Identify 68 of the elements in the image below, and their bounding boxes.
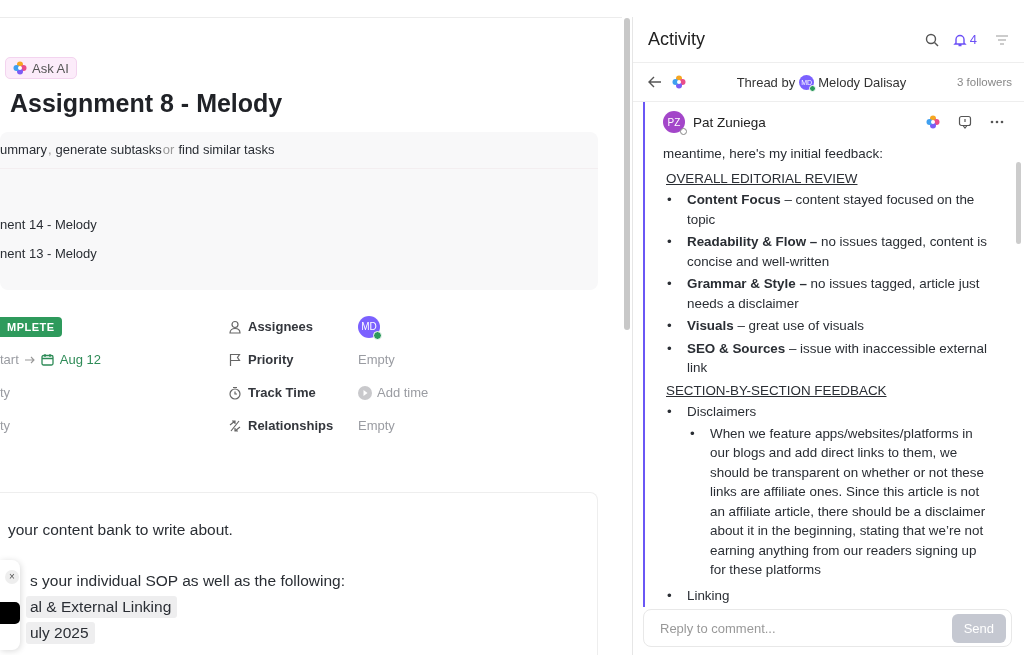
subtask-link[interactable]: nent 13 - Melody	[0, 246, 598, 261]
back-arrow-icon[interactable]	[648, 76, 662, 88]
reply-bubble-icon[interactable]	[958, 115, 972, 129]
field-value[interactable]: ty	[0, 418, 11, 433]
field-value[interactable]: Empty	[358, 418, 395, 433]
ai-action-link[interactable]: ummary	[0, 142, 47, 157]
bullet: •	[667, 339, 673, 358]
section-heading: SECTION-BY-SECTION FEEDBACK	[666, 381, 888, 400]
notification-count[interactable]: 4	[969, 32, 977, 47]
ask-ai-button[interactable]: Ask AI	[5, 57, 77, 79]
description-text: uly 2025	[26, 622, 95, 644]
calendar-icon	[40, 353, 54, 366]
field-label: Priority	[248, 352, 294, 367]
description-text: s your individual SOP as well as the following:	[30, 572, 346, 590]
ai-sparkle-icon	[13, 61, 27, 75]
bullet-text: Disclaimers	[687, 403, 758, 421]
ai-sparkle-icon	[926, 115, 940, 129]
bullet: •	[667, 403, 673, 421]
due-date[interactable]: Aug 12	[59, 352, 101, 367]
field-value[interactable]: Add time	[377, 385, 429, 400]
field-label: Track Time	[248, 385, 316, 400]
author-name[interactable]: Melody Dalisay	[818, 74, 907, 90]
search-icon[interactable]	[924, 32, 939, 47]
panel-title: Activity	[648, 29, 706, 50]
bullet-text: Visuals – great use of visuals	[687, 317, 865, 335]
status-badge[interactable]: MPLETE	[0, 316, 62, 337]
bullet-text: When we feature apps/websites/platforms in our blogs and add direct links to them, we should be transparent on whether or not these links are affiliate ones. Since this article is not an affiliate article, there should be a disclaimer about it in the beginning, stating that we’re not earning anything from our readers signing up for these platforms	[710, 424, 987, 579]
description-text: al & External Linking	[26, 596, 178, 618]
description-text: your content bank to write about.	[8, 521, 233, 539]
start-date[interactable]: tart	[0, 352, 19, 367]
bullet-text: Grammar & Style – no issues tagged, article just needs a disclaimer	[687, 275, 981, 313]
flag-icon	[228, 352, 242, 367]
field-value[interactable]: ty	[0, 385, 11, 400]
thread-label: Thread by	[736, 74, 796, 90]
task-title[interactable]: Assignment 8 - Melody	[10, 89, 622, 118]
field-label: Relationships	[248, 418, 334, 433]
connector-text: ,	[47, 142, 52, 157]
subtask-link[interactable]: nent 14 - Melody	[0, 217, 598, 232]
ai-sparkle-icon	[672, 75, 686, 89]
field-value[interactable]: Empty	[358, 352, 395, 367]
bullet: •	[667, 233, 673, 251]
bell-icon[interactable]	[952, 32, 967, 47]
field-label: Assignees	[248, 319, 314, 334]
comment-text: meantime, here's my initial feedback:	[663, 145, 884, 163]
action-button[interactable]	[0, 602, 20, 624]
bullet: •	[667, 317, 673, 335]
connector-text: or	[162, 142, 175, 157]
bullet: •	[667, 275, 673, 293]
scrollbar-thumb[interactable]	[624, 18, 630, 330]
scrollbar-thumb[interactable]	[1016, 162, 1021, 244]
avatar[interactable]: PZ	[663, 111, 685, 133]
bullet: •	[667, 586, 673, 605]
bullet: •	[690, 424, 696, 443]
person-icon	[228, 319, 242, 334]
bullet-text: Linking	[687, 586, 731, 605]
section-heading: OVERALL EDITORIAL REVIEW	[666, 169, 859, 188]
avatar[interactable]: MD	[358, 315, 380, 338]
relationship-icon	[228, 418, 242, 433]
ai-action-link[interactable]: find similar tasks	[178, 142, 275, 157]
followers-count[interactable]: 3 followers	[957, 76, 1012, 88]
ai-action-link[interactable]: generate subtasks	[55, 142, 162, 157]
stopwatch-icon	[228, 385, 242, 400]
arrow-icon	[24, 355, 35, 364]
author-name[interactable]: Pat Zuniega	[693, 114, 918, 130]
bullet-text: SEO & Sources – issue with inaccessible external link	[687, 339, 988, 377]
close-button[interactable]: ×	[5, 570, 19, 584]
more-icon[interactable]	[990, 120, 1004, 124]
bullet: •	[667, 191, 673, 209]
